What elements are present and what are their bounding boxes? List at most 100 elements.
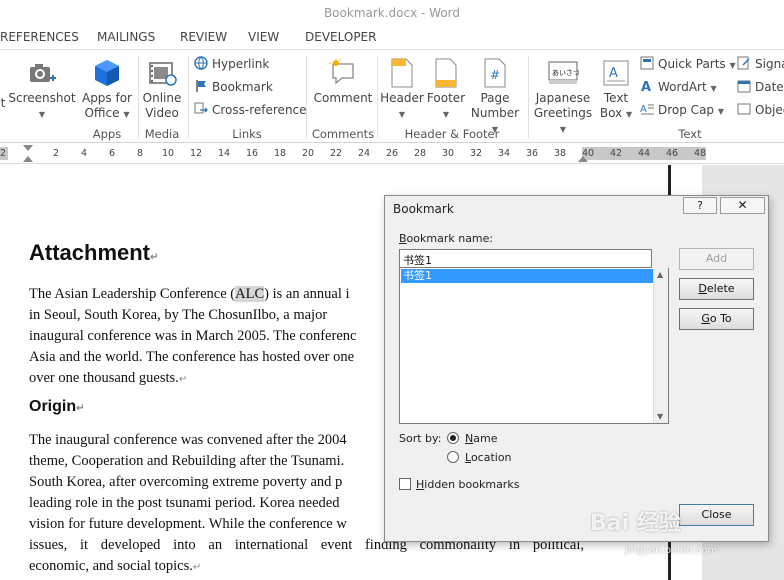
ruler-tick-label: 34 xyxy=(498,148,511,159)
drop-cap-button[interactable]: A Drop Cap ▼ xyxy=(640,100,724,120)
group-label-apps: Apps xyxy=(92,127,122,141)
ruler-tick-label: 22 xyxy=(330,148,343,159)
tab-mailings[interactable]: MAILINGS xyxy=(97,30,155,44)
apps-for-office-button[interactable]: Apps for Office ▼ xyxy=(80,58,134,122)
ruler-tick-label: 26 xyxy=(386,148,399,159)
bookmark-flag-icon xyxy=(196,80,206,92)
footer-icon xyxy=(435,58,457,88)
hanging-indent-marker[interactable] xyxy=(23,156,33,162)
online-video-label-1: Online xyxy=(142,91,182,105)
chevron-down-icon: ▼ xyxy=(717,107,725,116)
text-box-button[interactable]: A Text Box ▼ xyxy=(596,58,636,122)
heading-attachment[interactable]: Attachment↵ xyxy=(29,240,158,266)
footer-button[interactable]: Footer ▼ xyxy=(424,58,468,122)
group-divider xyxy=(377,56,378,138)
dialog-title: Bookmark xyxy=(393,202,454,216)
ruler-tick-label: 46 xyxy=(666,148,679,159)
tab-developer[interactable]: DEVELOPER xyxy=(305,30,376,44)
close-icon[interactable]: ✕ xyxy=(720,197,765,214)
horizontal-ruler[interactable]: 2 2 4 6 8 10 12 14 16 18 20 22 24 26 28 30 32 34 36 38 40 42 4… xyxy=(0,144,784,164)
screenshot-button[interactable]: Screenshot ▼ xyxy=(8,58,76,122)
ruler-tick-label: 40 xyxy=(582,148,595,159)
wordart-button[interactable]: A WordArt ▼ xyxy=(640,77,717,97)
list-item[interactable]: 书签1 xyxy=(401,269,654,283)
help-button[interactable]: ? xyxy=(683,197,717,214)
scroll-down-icon[interactable]: ▼ xyxy=(657,412,663,421)
sort-location-label: Location xyxy=(465,451,512,464)
ruler-tick-label: 20 xyxy=(302,148,315,159)
object-icon xyxy=(737,103,751,115)
scroll-up-icon[interactable]: ▲ xyxy=(657,270,663,279)
ruler-tick-label: 8 xyxy=(137,148,144,159)
hyperlink-button[interactable]: Hyperlink xyxy=(194,54,269,74)
text-box-icon: A xyxy=(603,60,629,86)
signature-line-button[interactable]: Signa xyxy=(737,54,784,74)
ruler-tick-label: 16 xyxy=(246,148,259,159)
cut-off-label: t xyxy=(0,96,6,110)
group-divider xyxy=(306,56,307,138)
delete-button[interactable]: Delete xyxy=(679,278,754,300)
drop-cap-label: Drop Cap xyxy=(658,103,715,117)
bookmark-button[interactable]: Bookmark xyxy=(194,77,273,97)
goto-button[interactable]: Go To xyxy=(679,308,754,330)
add-button[interactable]: Add xyxy=(679,248,754,270)
page-number-button[interactable]: # Page Number ▼ xyxy=(466,58,524,137)
chevron-down-icon: ▼ xyxy=(123,110,130,119)
ruler-tick-label: 42 xyxy=(610,148,623,159)
globe-link-icon xyxy=(194,56,208,70)
bookmark-name-input[interactable]: 书签1 xyxy=(399,249,652,268)
page-number-icon: # xyxy=(484,58,506,88)
list-scrollbar[interactable]: ▲ ▼ xyxy=(653,268,668,423)
ruler-tick-label: 2 xyxy=(0,148,7,159)
date-time-button[interactable]: Date xyxy=(737,77,784,97)
bookmark-dialog: Bookmark ? ✕ Bookmark name: 书签1 书签1 ▲ ▼ … xyxy=(384,195,769,542)
object-label: Objec xyxy=(755,103,784,117)
heading-origin[interactable]: Origin↵ xyxy=(29,398,85,416)
comment-button[interactable]: Comment xyxy=(310,58,376,106)
quick-parts-icon xyxy=(640,56,654,70)
japanese-greetings-button[interactable]: あいさつ Japanese Greetings ▼ xyxy=(530,58,596,137)
signature-icon xyxy=(737,56,750,70)
ruler-tick-label: 48 xyxy=(694,148,707,159)
japanese-greetings-label-2: Greetings xyxy=(533,106,593,120)
group-label-links: Links xyxy=(232,127,262,141)
drop-cap-icon: A xyxy=(640,104,654,115)
chevron-down-icon: ▼ xyxy=(38,110,46,119)
hidden-bookmarks-label: Hidden bookmarks xyxy=(416,478,520,491)
text-box-label-2: Box xyxy=(599,106,623,120)
highlighted-bookmark-text: ALC xyxy=(235,286,265,302)
group-label-text: Text xyxy=(678,127,702,141)
group-label-comments: Comments xyxy=(311,127,375,141)
online-video-button[interactable]: Online Video xyxy=(140,58,184,121)
cross-reference-icon xyxy=(194,102,208,114)
header-icon xyxy=(391,58,413,88)
japanese-greetings-icon: あいさつ xyxy=(548,61,579,84)
sort-location-radio[interactable] xyxy=(447,451,459,463)
tab-references[interactable]: REFERENCES xyxy=(0,30,79,44)
date-label: Date xyxy=(755,80,784,94)
tab-view[interactable]: VIEW xyxy=(248,30,279,44)
ruler-tick-label: 36 xyxy=(526,148,539,159)
chevron-down-icon: ▼ xyxy=(710,84,717,93)
tab-review[interactable]: REVIEW xyxy=(180,30,227,44)
quick-parts-button[interactable]: Quick Parts ▼ xyxy=(640,54,736,74)
cross-reference-button[interactable]: Cross-reference xyxy=(194,100,307,120)
paragraph-2-line-7[interactable]: economic, and social topics.↵ xyxy=(29,556,589,578)
chevron-down-icon: ▼ xyxy=(625,110,633,119)
bookmark-list[interactable]: 书签1 ▲ ▼ xyxy=(399,268,669,424)
close-button[interactable]: Close xyxy=(679,504,754,526)
title-bar: Bookmark.docx - Word xyxy=(0,0,784,26)
chevron-down-icon: ▼ xyxy=(559,125,567,134)
group-label-media: Media xyxy=(144,127,180,141)
comment-icon xyxy=(329,58,354,85)
camera-icon xyxy=(30,64,56,82)
chevron-down-icon: ▼ xyxy=(398,110,406,119)
object-button[interactable]: Objec xyxy=(737,100,784,120)
sort-name-radio[interactable] xyxy=(447,432,459,444)
first-line-indent-marker[interactable] xyxy=(23,145,33,151)
ruler-tick-label: 30 xyxy=(442,148,455,159)
window-title: Bookmark.docx - Word xyxy=(323,6,461,20)
header-button[interactable]: Header ▼ xyxy=(380,58,424,122)
hidden-bookmarks-checkbox[interactable] xyxy=(399,478,411,490)
ruler-tick-label: 10 xyxy=(162,148,175,159)
